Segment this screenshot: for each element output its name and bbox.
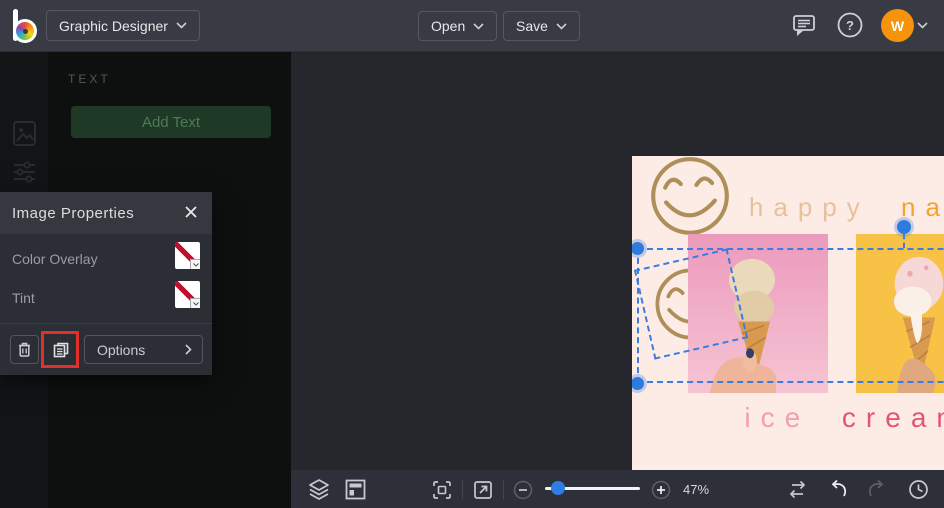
undo-button[interactable] (828, 479, 849, 503)
save-button[interactable]: Save (503, 11, 580, 41)
redo-icon (866, 479, 887, 500)
redo-button[interactable] (866, 479, 887, 503)
image-properties-title: Image Properties (12, 205, 182, 222)
comment-icon (791, 13, 817, 39)
layers-icon (308, 478, 330, 501)
selection-handle-top-left[interactable] (632, 242, 644, 255)
text-section-label: TEXT (68, 72, 111, 86)
yellow-ice-cream-image (856, 234, 944, 393)
heading-word-national: national (901, 192, 944, 222)
trash-icon (17, 341, 32, 358)
feedback-button[interactable] (791, 13, 817, 42)
chevron-down-icon (176, 22, 187, 29)
workspace: happy national (291, 52, 944, 470)
chevron-down-icon (473, 23, 484, 30)
pink-ice-cream-photo[interactable] (688, 234, 828, 393)
save-label: Save (516, 18, 548, 34)
image-properties-header: Image Properties (0, 192, 212, 234)
delete-layer-button[interactable] (10, 335, 39, 364)
open-button[interactable]: Open (418, 11, 497, 41)
graphic-designer-app: Graphic Designer Open Save ? (0, 0, 944, 508)
zoom-fit-icon (432, 480, 452, 500)
svg-text:?: ? (846, 18, 854, 33)
options-button[interactable]: Options (84, 335, 203, 364)
template-icon (345, 479, 366, 500)
mode-selector-button[interactable]: Graphic Designer (46, 10, 200, 41)
close-icon (184, 205, 198, 219)
avatar-initial: W (891, 18, 904, 34)
zoom-in-button[interactable] (651, 480, 671, 503)
help-icon: ? (836, 11, 864, 39)
template-manager-button[interactable] (345, 479, 366, 503)
user-avatar[interactable]: W (881, 9, 914, 42)
color-overlay-swatch[interactable] (175, 242, 200, 269)
tint-label: Tint (12, 290, 35, 306)
yellow-ice-cream-photo[interactable] (856, 234, 944, 393)
duplicate-icon (52, 341, 70, 359)
close-panel-button[interactable] (182, 203, 200, 224)
color-overlay-label: Color Overlay (12, 251, 98, 267)
heading-text[interactable]: happy national (632, 192, 944, 223)
footing-text[interactable]: ice cream day (632, 402, 944, 434)
swatch-chevron-icon (190, 298, 200, 308)
options-label: Options (97, 342, 185, 358)
heading-word-happy: happy (749, 192, 870, 222)
chevron-right-icon (185, 344, 192, 355)
export-icon (473, 480, 493, 500)
rotation-handle[interactable] (897, 220, 911, 234)
zoom-out-button[interactable] (513, 480, 533, 503)
chevron-down-icon (556, 23, 567, 30)
zoom-percent-value: 47% (683, 482, 709, 497)
loop-preview-button[interactable] (787, 479, 808, 503)
selection-handle-bottom-left[interactable] (632, 377, 644, 390)
mode-label: Graphic Designer (59, 18, 168, 34)
footing-word-cream: cream (842, 402, 944, 433)
undo-icon (828, 479, 849, 500)
history-icon (908, 479, 929, 500)
layers-button[interactable] (308, 478, 330, 504)
add-text-button[interactable]: Add Text (71, 106, 271, 138)
pink-ice-cream-image (688, 234, 828, 393)
zoom-to-fit-button[interactable] (432, 480, 452, 503)
adjust-icon[interactable] (12, 160, 37, 184)
befunky-logo-icon[interactable] (8, 7, 46, 45)
zoom-out-icon (513, 480, 533, 500)
account-chevron-down-icon[interactable] (917, 22, 928, 29)
design-canvas[interactable]: happy national (632, 156, 944, 474)
footing-word-ice: ice (744, 402, 810, 433)
open-label: Open (431, 18, 465, 34)
image-icon[interactable] (12, 120, 37, 147)
full-view-button[interactable] (473, 480, 493, 503)
zoom-slider-thumb[interactable] (551, 481, 565, 495)
rotation-connector (903, 234, 905, 248)
repeat-icon (787, 479, 808, 500)
duplicate-layer-button[interactable] (45, 335, 76, 364)
panel-divider (0, 323, 212, 324)
toolbar-divider (462, 480, 463, 499)
history-button[interactable] (908, 479, 929, 503)
toolbar-divider (503, 480, 504, 499)
help-button[interactable]: ? (836, 11, 864, 42)
tint-swatch[interactable] (175, 281, 200, 308)
image-properties-panel: Image Properties Color Overlay Tint (0, 192, 212, 375)
swatch-chevron-icon (190, 259, 200, 269)
top-bar: Graphic Designer Open Save ? (0, 0, 944, 52)
bottom-toolbar: 47% (291, 470, 944, 508)
zoom-in-icon (651, 480, 671, 500)
